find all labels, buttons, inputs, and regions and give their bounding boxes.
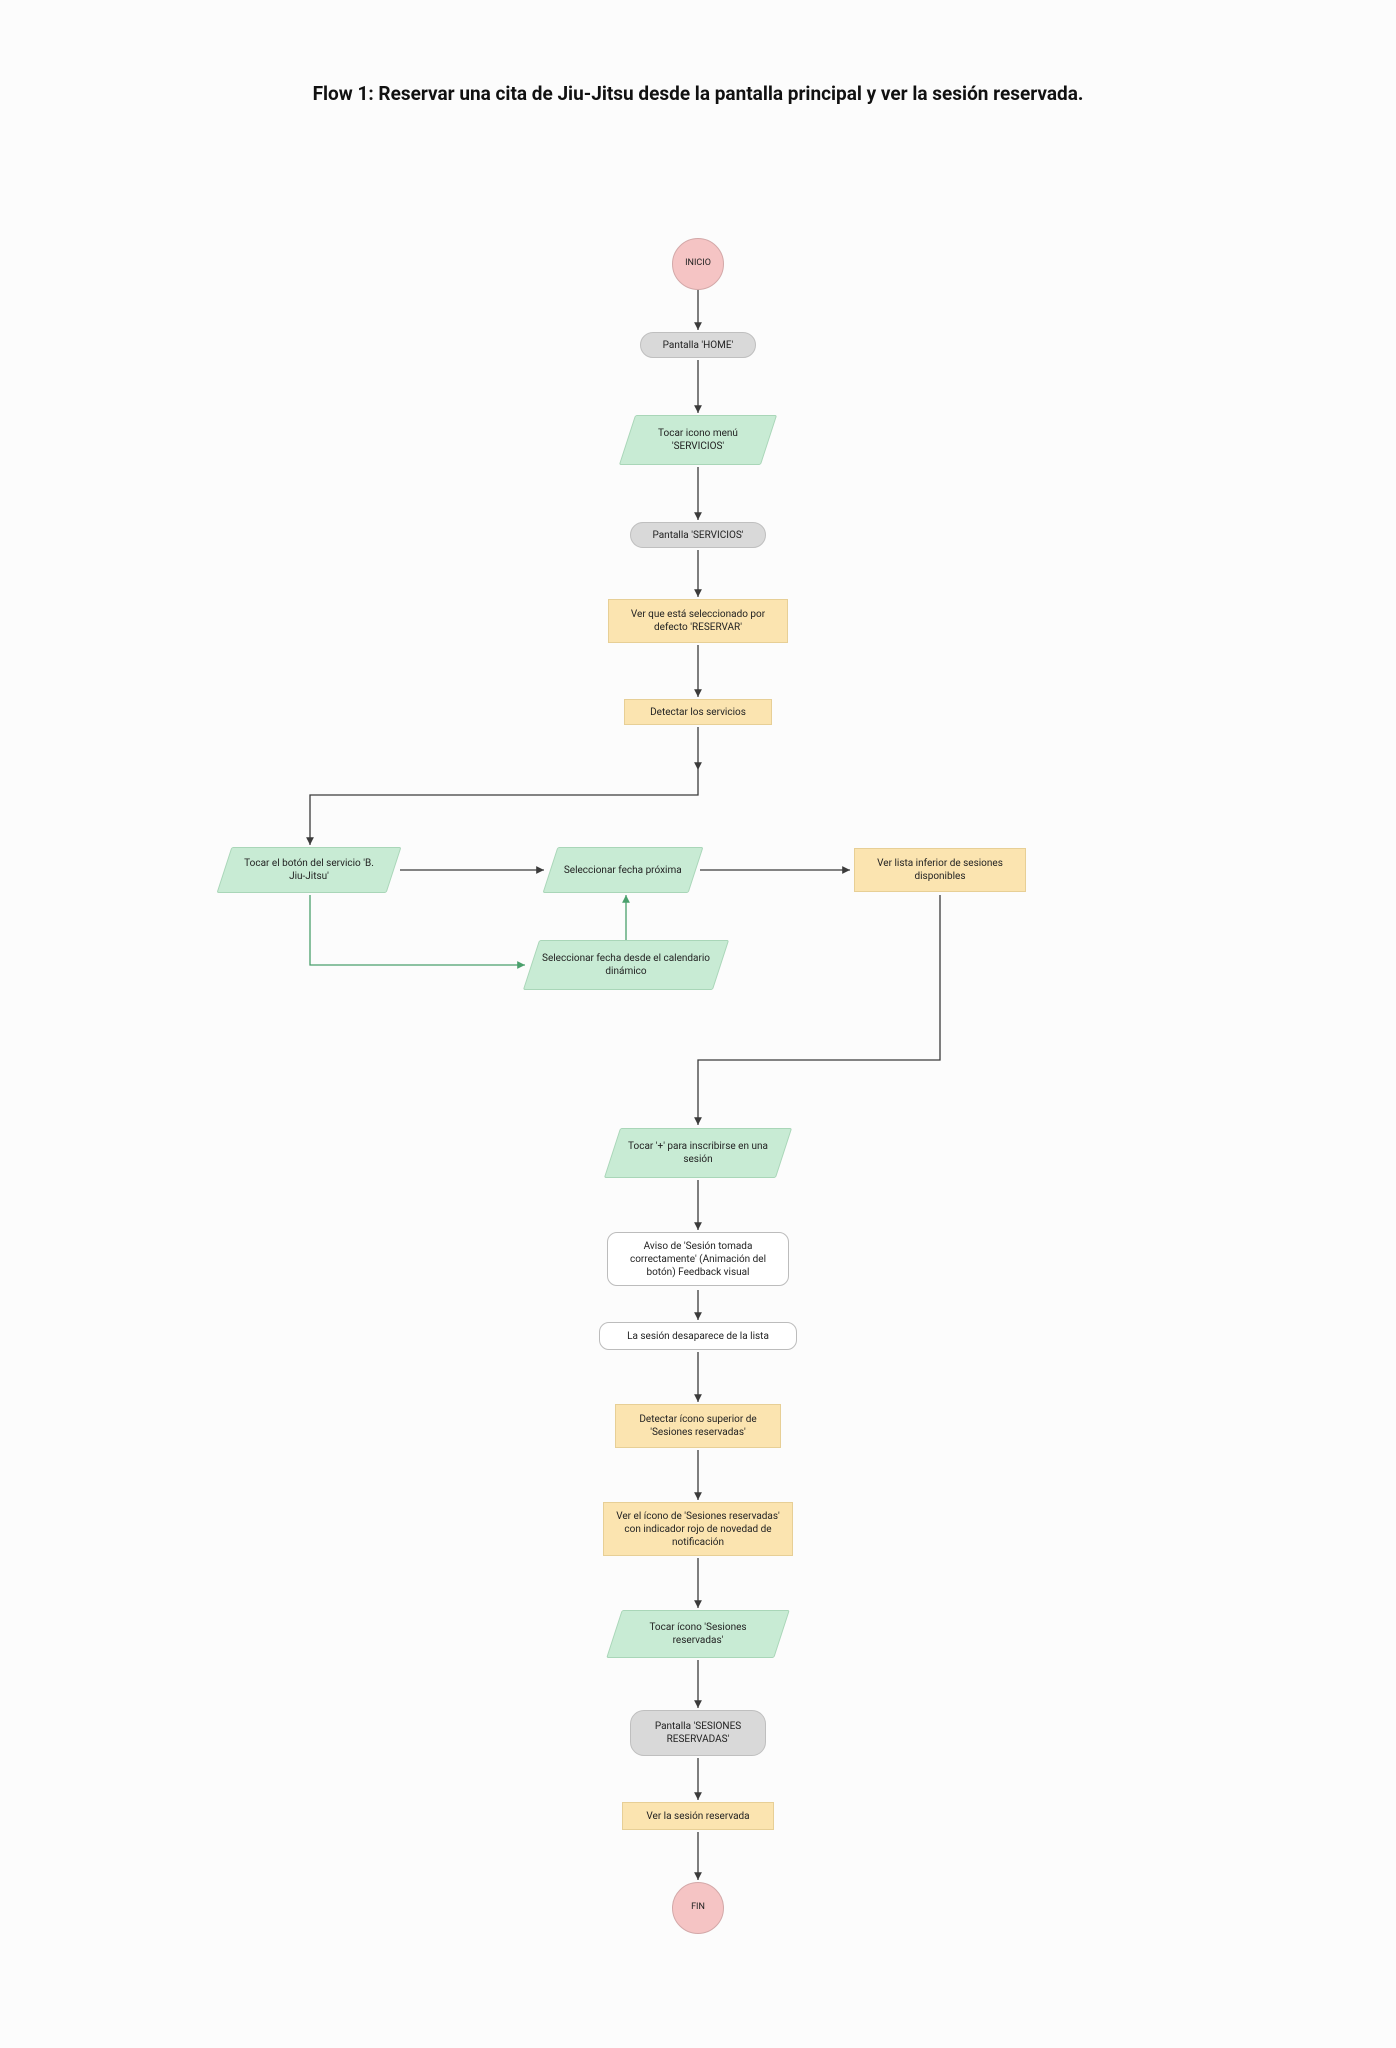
- feedback-toast: Aviso de 'Sesión tomada correctamente' (…: [607, 1232, 789, 1286]
- action-tap-jiujitsu: Tocar el botón del servicio 'B. Jiu-Jits…: [217, 847, 402, 893]
- screen-servicios: Pantalla 'SERVICIOS': [630, 522, 766, 548]
- observe-default-reservar: Ver que está seleccionado por defecto 'R…: [608, 599, 788, 643]
- observe-detect-icon: Detectar ícono superior de 'Sesiones res…: [615, 1404, 781, 1448]
- action-tap-reserved: Tocar ícono 'Sesiones reservadas': [606, 1610, 790, 1658]
- action-select-next-date: Seleccionar fecha próxima: [543, 847, 704, 893]
- screen-home: Pantalla 'HOME': [640, 332, 756, 358]
- screen-reserved: Pantalla 'SESIONES RESERVADAS': [630, 1710, 766, 1756]
- observe-detect-services: Detectar los servicios: [624, 699, 772, 725]
- observe-see-reserved: Ver la sesión reservada: [622, 1802, 774, 1830]
- action-tap-servicios: Tocar icono menú 'SERVICIOS': [619, 415, 777, 465]
- end-terminator: FIN: [672, 1882, 724, 1934]
- action-tap-plus: Tocar '+' para inscribirse en una sesión: [604, 1128, 792, 1178]
- observe-see-badge: Ver el ícono de 'Sesiones reservadas' co…: [603, 1502, 793, 1556]
- start-terminator: INICIO: [672, 238, 724, 290]
- feedback-disappears: La sesión desaparece de la lista: [599, 1322, 797, 1350]
- action-select-calendar-date: Seleccionar fecha desde el calendario di…: [523, 940, 729, 990]
- observe-sessions-list: Ver lista inferior de sesiones disponibl…: [854, 848, 1026, 892]
